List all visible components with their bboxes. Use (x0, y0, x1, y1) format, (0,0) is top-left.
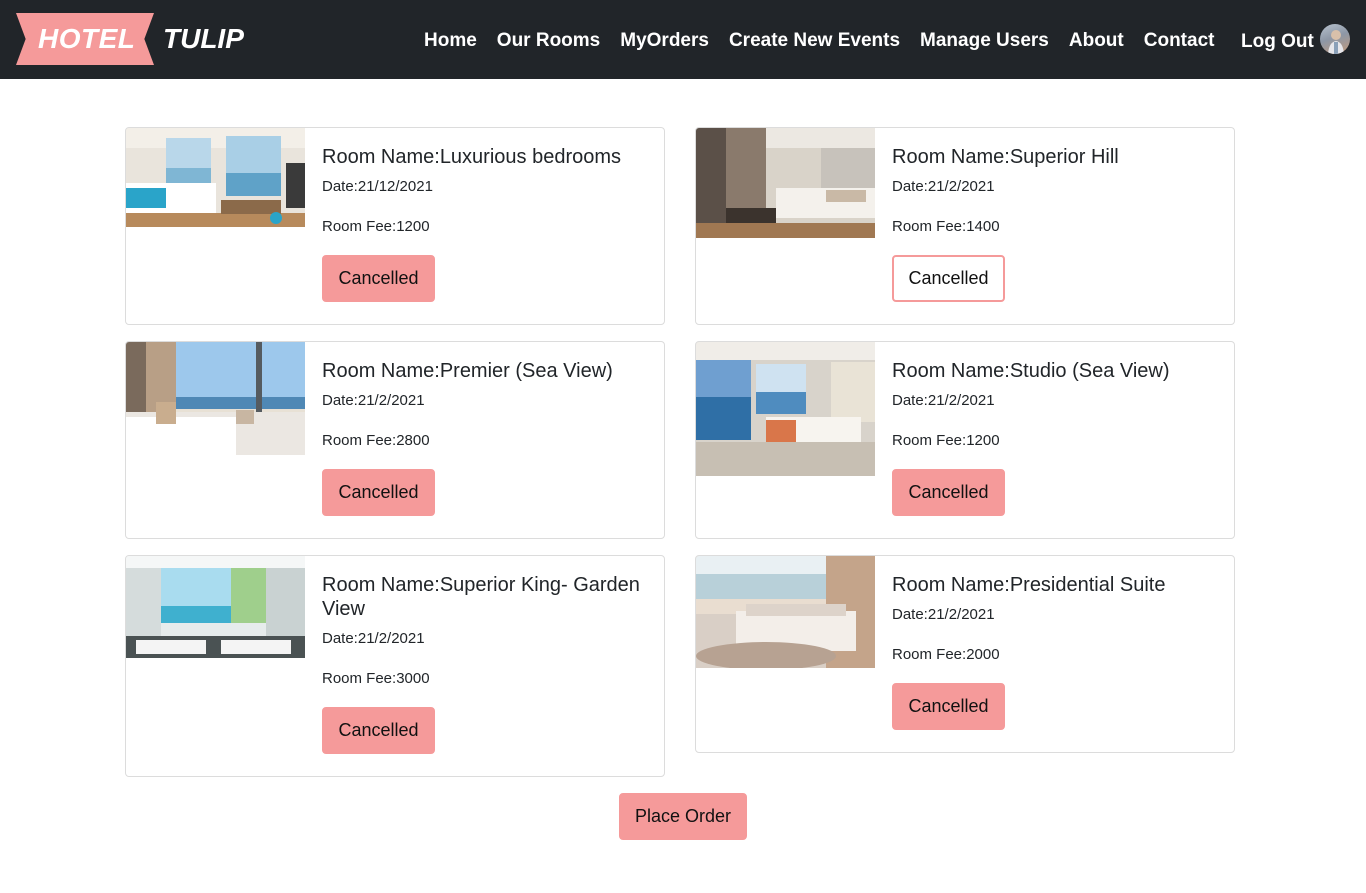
room-image (126, 342, 305, 455)
order-details: Room Name:Luxurious bedrooms Date:21/12/… (322, 145, 652, 302)
order-details: Room Name:Superior Hill Date:21/2/2021 R… (892, 145, 1222, 302)
room-date: Date:21/2/2021 (892, 606, 995, 623)
nav-link-manage-users[interactable]: Manage Users (910, 27, 1059, 55)
brand-hotel[interactable]: HOTEL (38, 21, 135, 57)
room-fee: Room Fee:2800 (322, 432, 430, 449)
room-fee: Room Fee:3000 (322, 670, 430, 687)
avatar[interactable] (1320, 24, 1350, 54)
nav-link-create-new-events[interactable]: Create New Events (719, 27, 910, 55)
order-card: Room Name:Luxurious bedrooms Date:21/12/… (125, 127, 665, 325)
room-date: Date:21/2/2021 (892, 178, 995, 195)
room-date: Date:21/2/2021 (892, 392, 995, 409)
nav-link-our-rooms[interactable]: Our Rooms (487, 27, 610, 55)
room-fee: Room Fee:1400 (892, 218, 1000, 235)
room-fee: Room Fee:1200 (322, 218, 430, 235)
order-card: Room Name:Studio (Sea View) Date:21/2/20… (695, 341, 1235, 539)
cancelled-button[interactable]: Cancelled (892, 469, 1005, 516)
nav-link-home[interactable]: Home (414, 27, 487, 55)
place-order-button[interactable]: Place Order (619, 793, 747, 840)
nav-links: Home Our Rooms MyOrders Create New Event… (414, 27, 1224, 55)
room-name: Room Name:Studio (Sea View) (892, 360, 1170, 382)
room-fee: Room Fee:1200 (892, 432, 1000, 449)
cancelled-button[interactable]: Cancelled (322, 707, 435, 754)
logout-link[interactable]: Log Out (1231, 28, 1324, 56)
room-image (696, 556, 875, 668)
order-details: Room Name:Superior King- Garden View Dat… (322, 573, 652, 754)
navbar: HOTEL TULIP Home Our Rooms MyOrders Crea… (0, 0, 1366, 79)
room-name: Room Name:Premier (Sea View) (322, 360, 613, 382)
room-image (696, 342, 875, 476)
room-date: Date:21/2/2021 (322, 392, 425, 409)
order-card: Room Name:Superior King- Garden View Dat… (125, 555, 665, 777)
room-fee: Room Fee:2000 (892, 646, 1000, 663)
room-date: Date:21/2/2021 (322, 630, 425, 647)
room-image (126, 556, 305, 658)
room-image (696, 128, 875, 238)
room-name: Room Name:Luxurious bedrooms (322, 146, 622, 168)
brand-tulip[interactable]: TULIP (163, 21, 244, 57)
order-card: Room Name:Premier (Sea View) Date:21/2/2… (125, 341, 665, 539)
order-details: Room Name:Premier (Sea View) Date:21/2/2… (322, 359, 652, 516)
nav-link-contact[interactable]: Contact (1134, 27, 1225, 55)
order-details: Room Name:Studio (Sea View) Date:21/2/20… (892, 359, 1222, 516)
order-card: Room Name:Presidential Suite Date:21/2/2… (695, 555, 1235, 753)
cancelled-button[interactable]: Cancelled (892, 683, 1005, 730)
order-card: Room Name:Superior Hill Date:21/2/2021 R… (695, 127, 1235, 325)
room-image (126, 128, 305, 227)
order-details: Room Name:Presidential Suite Date:21/2/2… (892, 573, 1222, 730)
room-name: Room Name:Superior King- Garden View (322, 574, 640, 620)
nav-link-my-orders[interactable]: MyOrders (610, 27, 719, 55)
cancelled-button[interactable]: Cancelled (322, 469, 435, 516)
room-name: Room Name:Superior Hill (892, 146, 1119, 168)
cancelled-button[interactable]: Cancelled (322, 255, 435, 302)
room-date: Date:21/12/2021 (322, 178, 433, 195)
nav-link-about[interactable]: About (1059, 27, 1134, 55)
cancelled-button[interactable]: Cancelled (892, 255, 1005, 302)
room-name: Room Name:Presidential Suite (892, 574, 1166, 596)
